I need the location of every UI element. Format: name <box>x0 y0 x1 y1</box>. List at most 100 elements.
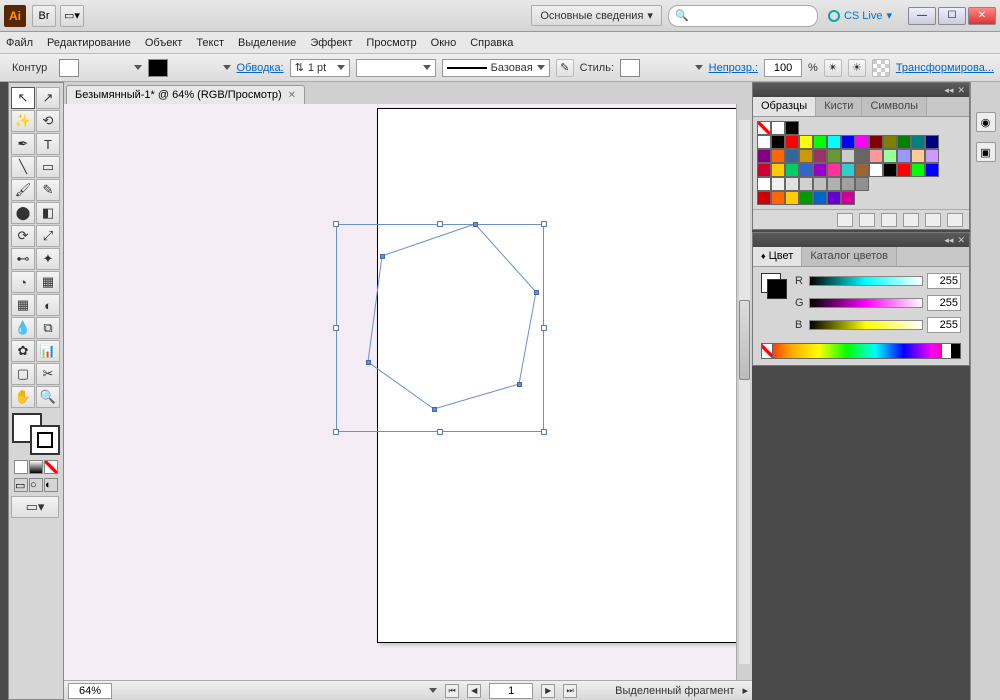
swatch[interactable] <box>911 163 925 177</box>
anchor-point[interactable] <box>366 360 371 365</box>
brush-options-icon[interactable]: ✎ <box>556 59 574 77</box>
anchor-point[interactable] <box>380 254 385 259</box>
swatch[interactable] <box>855 163 869 177</box>
paintbrush-tool[interactable]: 🖌 <box>11 179 35 201</box>
prev-page-button[interactable]: ◀ <box>467 684 481 698</box>
swatch[interactable] <box>785 135 799 149</box>
color-fill-stroke[interactable] <box>761 273 787 299</box>
opacity-input[interactable] <box>764 59 802 77</box>
stroke-link[interactable]: Обводка: <box>237 62 284 74</box>
swatch[interactable] <box>869 149 883 163</box>
rectangle-tool[interactable]: ▭ <box>36 156 60 178</box>
menu-help[interactable]: Справка <box>470 37 513 49</box>
g-input[interactable] <box>927 295 961 311</box>
swatch-options-icon[interactable] <box>881 213 897 227</box>
swatch[interactable] <box>757 135 771 149</box>
none-mode-icon[interactable] <box>44 460 58 474</box>
menu-window[interactable]: Окно <box>431 37 457 49</box>
slice-tool[interactable]: ✂ <box>36 363 60 385</box>
swatch[interactable] <box>813 135 827 149</box>
swatch[interactable] <box>771 135 785 149</box>
swatch[interactable] <box>869 163 883 177</box>
swatch[interactable] <box>799 135 813 149</box>
new-swatch-icon[interactable] <box>925 213 941 227</box>
swatch[interactable] <box>925 149 939 163</box>
close-button[interactable]: ✕ <box>968 7 996 25</box>
swatch[interactable] <box>799 177 813 191</box>
fill-swatch[interactable] <box>59 59 79 77</box>
page-input[interactable] <box>489 683 533 699</box>
g-slider[interactable] <box>809 298 923 308</box>
swatch[interactable] <box>827 149 841 163</box>
swatch-grid[interactable] <box>753 117 969 209</box>
swatch[interactable] <box>855 135 869 149</box>
swatch[interactable] <box>897 163 911 177</box>
dock-icon-1[interactable]: ◉ <box>976 112 996 132</box>
swatch[interactable] <box>813 177 827 191</box>
pen-tool[interactable]: ✒ <box>11 133 35 155</box>
bbox-handle[interactable] <box>333 221 339 227</box>
bbox-handle[interactable] <box>437 221 443 227</box>
r-input[interactable] <box>927 273 961 289</box>
symbol-sprayer-tool[interactable]: ✿ <box>11 340 35 362</box>
last-page-button[interactable]: ⏭ <box>563 684 577 698</box>
swatch[interactable] <box>771 191 785 205</box>
eraser-tool[interactable]: ◧ <box>36 202 60 224</box>
r-slider[interactable] <box>809 276 923 286</box>
width-tool[interactable]: ⊷ <box>11 248 35 270</box>
swatch[interactable] <box>771 177 785 191</box>
bbox-handle[interactable] <box>333 325 339 331</box>
scale-tool[interactable]: ⤢ <box>36 225 60 247</box>
bbox-handle[interactable] <box>541 221 547 227</box>
artboard-tool[interactable]: ▢ <box>11 363 35 385</box>
bridge-button[interactable]: Br <box>32 5 56 27</box>
menu-edit[interactable]: Редактирование <box>47 37 131 49</box>
transform-link[interactable]: Трансформирова... <box>896 62 994 74</box>
delete-swatch-icon[interactable] <box>947 213 963 227</box>
b-input[interactable] <box>927 317 961 333</box>
perspective-tool[interactable]: ▦ <box>36 271 60 293</box>
tab-swatches[interactable]: Образцы <box>753 97 816 116</box>
tab-brushes[interactable]: Кисти <box>816 97 862 116</box>
swatch[interactable] <box>869 135 883 149</box>
minimize-button[interactable]: — <box>908 7 936 25</box>
type-tool[interactable]: T <box>36 133 60 155</box>
pencil-tool[interactable]: ✎ <box>36 179 60 201</box>
tab-symbols[interactable]: Символы <box>862 97 927 116</box>
swatch[interactable] <box>785 177 799 191</box>
swatch[interactable] <box>757 149 771 163</box>
bbox-handle[interactable] <box>541 325 547 331</box>
swatch[interactable] <box>785 191 799 205</box>
swatch[interactable] <box>827 191 841 205</box>
panel-collapse-icon[interactable]: ◂◂ <box>944 85 953 96</box>
swatch[interactable] <box>799 163 813 177</box>
swatch[interactable] <box>883 135 897 149</box>
swatch[interactable] <box>757 191 771 205</box>
cslive-button[interactable]: CS Live▾ <box>828 9 892 22</box>
new-group-icon[interactable] <box>903 213 919 227</box>
zoom-tool[interactable]: 🔍 <box>36 386 60 408</box>
direct-selection-tool[interactable]: ↗ <box>36 87 60 109</box>
swatch[interactable] <box>911 135 925 149</box>
menu-select[interactable]: Выделение <box>238 37 296 49</box>
transparency-icon[interactable] <box>872 59 890 77</box>
menu-text[interactable]: Текст <box>196 37 224 49</box>
var-width-dropdown[interactable] <box>356 59 436 77</box>
gradient-mode-icon[interactable] <box>29 460 43 474</box>
menu-effect[interactable]: Эффект <box>310 37 352 49</box>
opacity-link[interactable]: Непрозр.: <box>709 62 758 74</box>
color-spectrum[interactable] <box>761 343 961 359</box>
swatch[interactable] <box>799 149 813 163</box>
color-mode-icon[interactable] <box>14 460 28 474</box>
mesh-tool[interactable]: ▦ <box>11 294 35 316</box>
screen-mode-1-icon[interactable]: ▭ <box>14 478 28 492</box>
anchor-point[interactable] <box>473 222 478 227</box>
swatch[interactable] <box>771 149 785 163</box>
selection-tool[interactable]: ↖ <box>11 87 35 109</box>
line-tool[interactable]: ╲ <box>11 156 35 178</box>
free-transform-tool[interactable]: ✦ <box>36 248 60 270</box>
dock-icon-2[interactable]: ▣ <box>976 142 996 162</box>
align-icon[interactable]: ☀ <box>848 59 866 77</box>
zoom-input[interactable] <box>68 683 112 699</box>
search-input[interactable]: 🔍 <box>668 5 818 27</box>
